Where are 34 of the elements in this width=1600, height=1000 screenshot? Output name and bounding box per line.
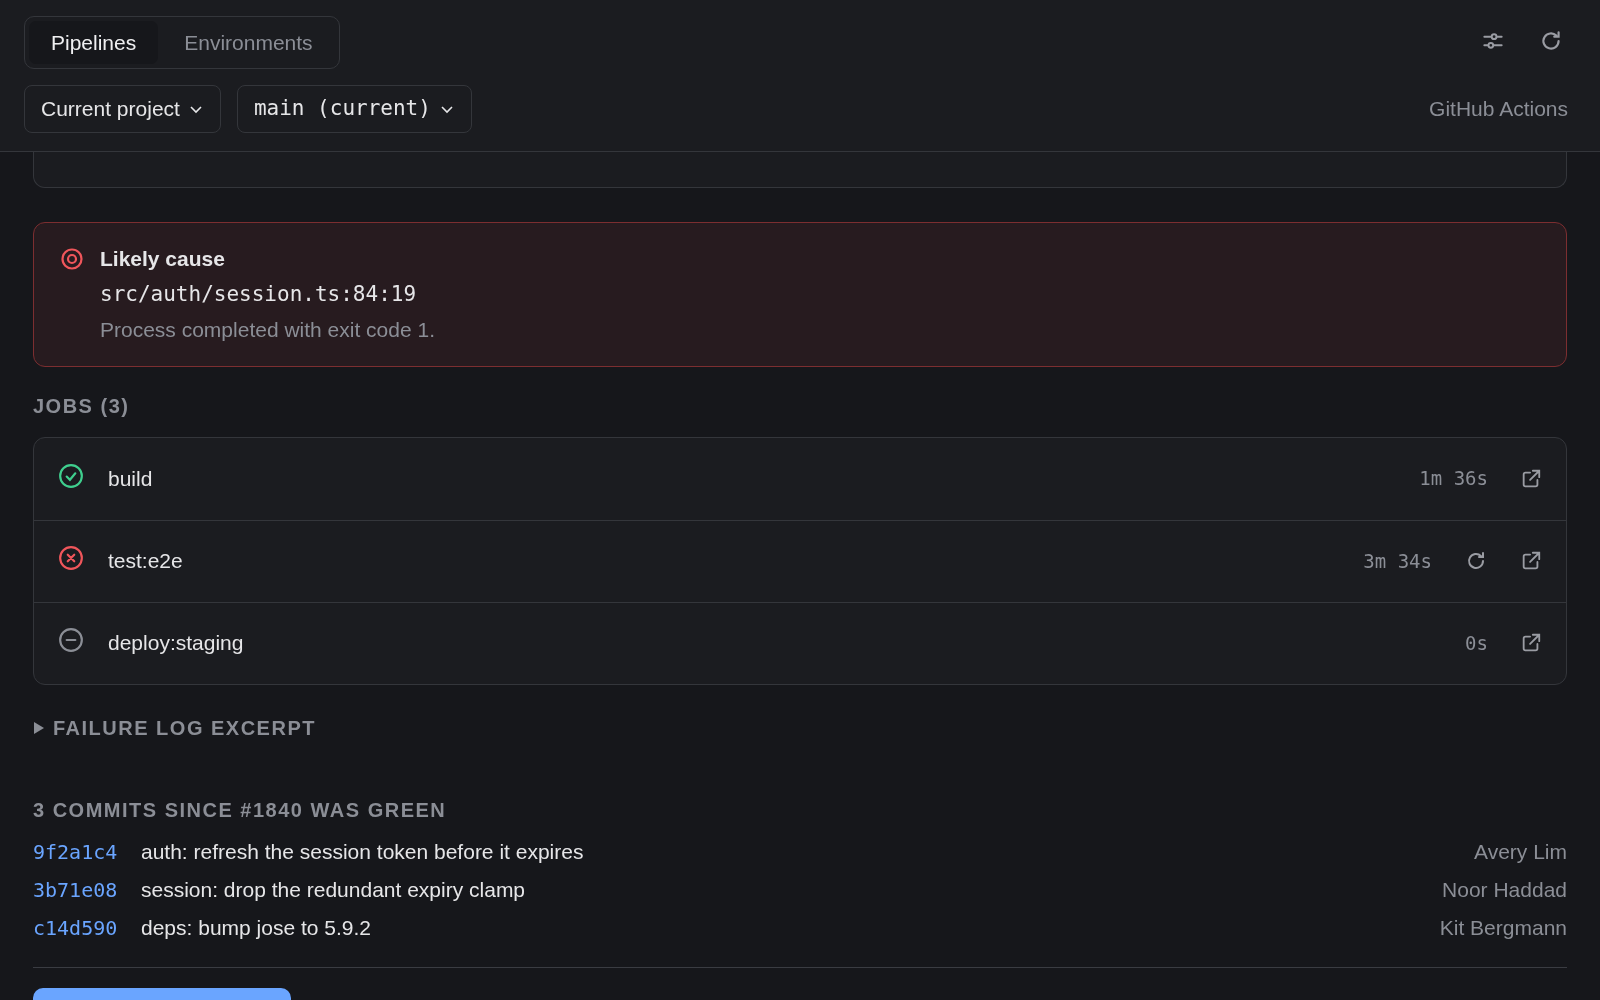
tab[interactable]: Pipelines bbox=[29, 21, 159, 64]
source-label: GitHub Actions bbox=[1429, 96, 1569, 123]
dropdown-button[interactable]: main (current) bbox=[236, 85, 472, 133]
commit-message: deps: bump jose to 5.9.2 bbox=[141, 914, 372, 941]
job-duration: 3m 34s bbox=[1363, 548, 1432, 574]
commit-author: Avery Lim bbox=[1474, 838, 1567, 865]
job-duration: 0s bbox=[1465, 630, 1488, 656]
minus-circle-icon bbox=[58, 627, 84, 653]
commit-author: Noor Haddad bbox=[1442, 876, 1567, 903]
commit-hash-link[interactable]: 3b71e08 bbox=[33, 874, 125, 905]
job-name: build bbox=[108, 465, 154, 492]
commit-author: Kit Bergmann bbox=[1439, 914, 1567, 941]
file-location: src/auth/session.ts:84:19 bbox=[100, 280, 418, 308]
x-circle-icon bbox=[58, 545, 84, 571]
external-link-icon[interactable] bbox=[1520, 632, 1542, 654]
target-icon bbox=[60, 247, 84, 271]
external-link-icon[interactable] bbox=[1520, 550, 1542, 572]
commit-message: auth: refresh the session token before it expires bbox=[141, 838, 585, 865]
external-link-icon[interactable] bbox=[1520, 467, 1542, 490]
section-heading: JOBS (3) bbox=[33, 393, 131, 419]
alert-message: Process completed with exit code 1. bbox=[100, 317, 435, 343]
commit-hash-link[interactable]: 9f2a1c4 bbox=[33, 836, 125, 867]
job-name: deploy:staging bbox=[108, 630, 245, 657]
commit-hash-link[interactable]: c14d590 bbox=[33, 912, 125, 943]
job-duration: 1m 36s bbox=[1419, 466, 1488, 492]
disclosure-triangle-icon[interactable] bbox=[33, 720, 45, 735]
commit-message: session: drop the redundant expiry clamp bbox=[141, 876, 527, 903]
dropdown-button[interactable]: Current project bbox=[24, 85, 221, 133]
check-circle-icon bbox=[58, 462, 84, 489]
alert-title: Likely cause bbox=[100, 246, 226, 272]
section-heading: 3 COMMITS SINCE #1840 WAS GREEN bbox=[33, 797, 448, 823]
section-heading[interactable]: FAILURE LOG EXCERPT bbox=[53, 712, 316, 743]
tab[interactable]: Environments bbox=[162, 21, 335, 64]
job-name: test:e2e bbox=[108, 548, 184, 575]
